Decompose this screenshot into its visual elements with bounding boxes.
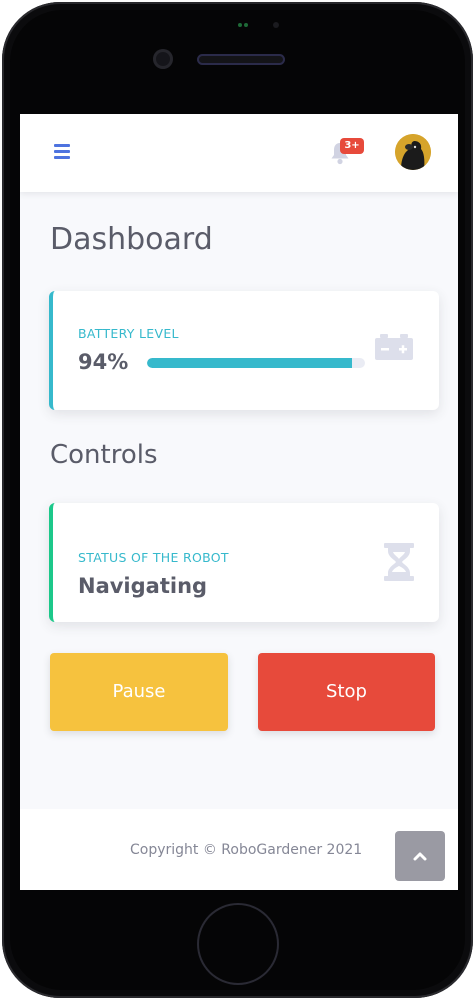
app-screen: 3+ Dashboard BATTERY LEVEL 94% Controls … xyxy=(20,114,458,890)
robot-status-value: Navigating xyxy=(78,574,208,598)
battery-progress-fill xyxy=(147,358,352,368)
hourglass-icon xyxy=(383,542,415,586)
battery-level-label: BATTERY LEVEL xyxy=(78,326,179,341)
battery-level-value: 94% xyxy=(78,350,129,374)
earpiece-speaker xyxy=(197,54,285,65)
top-navbar: 3+ xyxy=(20,114,458,192)
front-camera-icon xyxy=(153,49,173,69)
stop-button[interactable]: Stop xyxy=(258,653,435,731)
robot-status-card: STATUS OF THE ROBOT Navigating xyxy=(49,503,439,622)
chevron-up-icon xyxy=(413,852,427,861)
hamburger-menu-icon[interactable] xyxy=(54,144,72,160)
battery-level-card: BATTERY LEVEL 94% xyxy=(49,291,439,410)
copyright-text: Copyright © RoboGardener 2021 xyxy=(130,842,363,858)
home-button[interactable] xyxy=(199,905,277,983)
footer: Copyright © RoboGardener 2021 xyxy=(20,809,458,890)
page-title: Dashboard xyxy=(50,222,213,257)
phone-frame: 3+ Dashboard BATTERY LEVEL 94% Controls … xyxy=(2,2,473,998)
proximity-sensor-icon xyxy=(273,22,279,28)
notification-count-badge: 3+ xyxy=(340,138,364,154)
battery-progress-bar xyxy=(147,358,365,368)
scroll-to-top-button[interactable] xyxy=(395,831,445,881)
sensor-light-icon xyxy=(244,23,248,27)
user-avatar[interactable] xyxy=(395,134,431,170)
pause-button[interactable]: Pause xyxy=(50,653,228,731)
controls-section-title: Controls xyxy=(50,440,158,470)
battery-icon xyxy=(374,332,414,366)
robot-status-label: STATUS OF THE ROBOT xyxy=(78,550,229,565)
sensor-light-icon xyxy=(238,23,242,27)
